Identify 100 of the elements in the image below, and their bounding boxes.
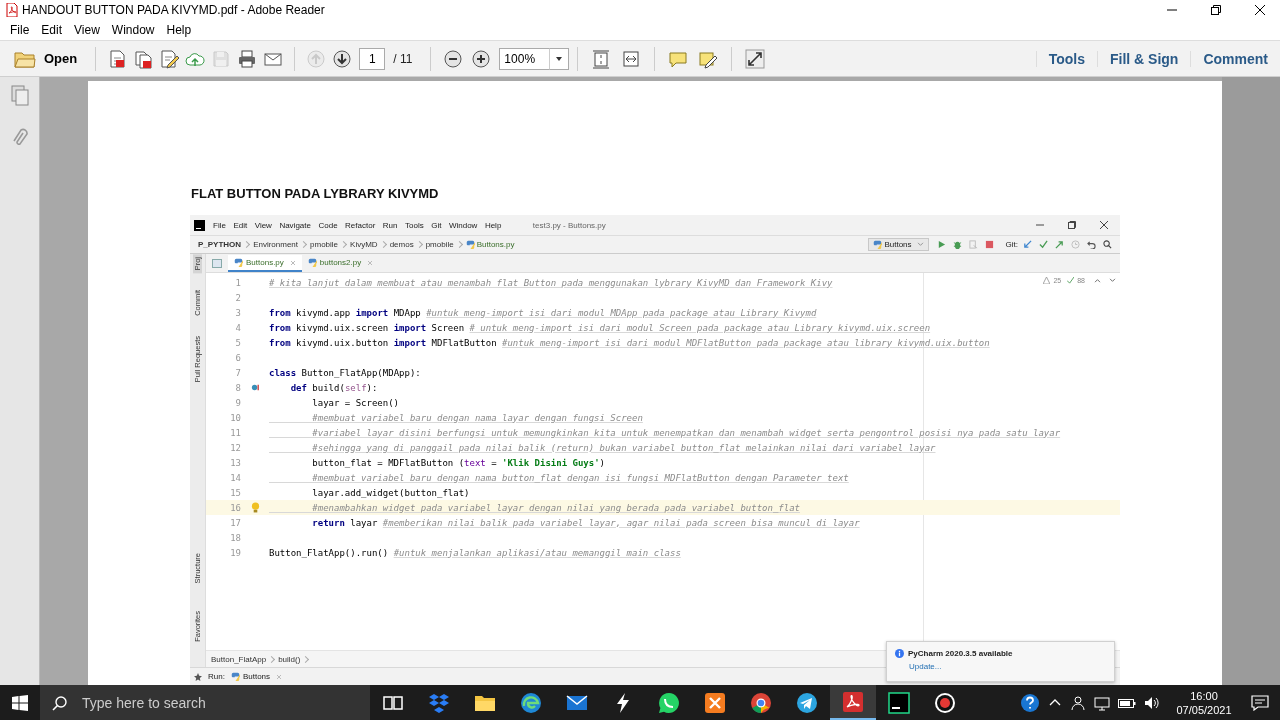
zoom-out-icon[interactable]	[443, 48, 464, 69]
battery-icon[interactable]	[1118, 696, 1136, 709]
chevron-down-icon[interactable]	[1109, 278, 1116, 283]
breadcrumb-item[interactable]: pmobile	[310, 240, 351, 249]
fit-width-icon[interactable]	[621, 48, 642, 69]
line-number: 5	[234, 337, 241, 348]
line-number: 12	[229, 442, 241, 453]
menu-item[interactable]: File	[213, 220, 226, 230]
menu-item[interactable]: Help	[160, 23, 198, 37]
breadcrumb-item[interactable]: demos	[389, 240, 426, 249]
window-title: test3.py - Buttons.py	[532, 220, 606, 230]
menu-item[interactable]: Code	[318, 220, 338, 230]
breadcrumb-item[interactable]: build()	[278, 654, 313, 664]
menu-item[interactable]: Edit	[233, 220, 248, 230]
update-arrow-icon[interactable]	[1023, 240, 1032, 249]
panel-link[interactable]: Tools	[1035, 50, 1097, 67]
menu-item[interactable]: View	[68, 23, 106, 37]
breadcrumb-item[interactable]: KivyMD	[350, 240, 390, 249]
dropdown-caret-icon[interactable]	[549, 47, 570, 70]
line-number: 10	[229, 412, 241, 423]
stop-icon[interactable]	[984, 240, 994, 249]
check-icon	[1067, 277, 1075, 284]
people-icon[interactable]	[1070, 694, 1086, 711]
code-line: # kita lanjut dalam membuat atau menambah flat Button pada menggunakan lybrary KivyMD dan Framework Kivy	[269, 277, 833, 288]
editor-tab[interactable]: buttons2.py	[301, 255, 380, 272]
menu-item[interactable]: File	[4, 23, 36, 37]
windows-icon[interactable]	[12, 694, 28, 711]
run-tab[interactable]: Buttons	[230, 672, 283, 681]
search-icon[interactable]	[1103, 240, 1112, 249]
restore-icon[interactable]	[1068, 221, 1076, 229]
fit-page-icon[interactable]	[591, 48, 612, 69]
git-label: Git:	[1005, 240, 1018, 249]
close-icon[interactable]	[1255, 5, 1265, 15]
breadcrumb-item[interactable]: Environment	[253, 240, 311, 249]
star-icon[interactable]	[194, 672, 202, 681]
pdf-icon[interactable]	[841, 689, 865, 714]
help-icon[interactable]	[1020, 692, 1040, 713]
ide-app-icon[interactable]	[887, 690, 911, 715]
code-line: from kivymd.app import MDApp #untuk meng-import isi dari modul MDApp pada package atau Library Kivymd	[269, 307, 817, 318]
notification-title: PyCharm 2020.3.5 available	[908, 649, 1013, 658]
documents-icon[interactable]	[133, 48, 154, 69]
browser-icon[interactable]	[749, 690, 773, 715]
record-icon[interactable]	[933, 690, 957, 715]
run-label: Run:	[208, 672, 225, 681]
restore-icon[interactable]	[1211, 5, 1221, 15]
zoom-in-icon[interactable]	[471, 48, 492, 69]
notification-icon[interactable]	[1251, 694, 1269, 711]
close-icon[interactable]	[1100, 221, 1108, 229]
menu-item[interactable]: Window	[448, 220, 478, 230]
breadcrumb-item[interactable]: Buttons.py	[465, 240, 527, 249]
lightbulb-icon[interactable]	[250, 502, 260, 513]
open-button[interactable]: Open	[10, 47, 82, 70]
run-config-dropdown[interactable]: Buttons	[868, 238, 929, 251]
breadcrumb-item[interactable]: pmobile	[425, 240, 466, 249]
push-arrow-icon[interactable]	[1055, 240, 1064, 249]
document-icon[interactable]	[107, 48, 128, 69]
run-icon[interactable]	[936, 240, 946, 249]
line-number: 9	[234, 397, 241, 408]
breadcrumb-item[interactable]: Button_FlatApp	[211, 654, 279, 664]
code-line: #menambahkan widget pada variabel layar dengan nilai yang berada pada variabel button_flat	[311, 502, 800, 513]
bug-icon[interactable]	[952, 240, 962, 249]
clock-date[interactable]: 07/05/2021	[1176, 702, 1232, 717]
override-marker-icon[interactable]	[250, 383, 260, 392]
menu-item[interactable]: Window	[105, 23, 161, 37]
menu-item[interactable]: Git	[431, 220, 442, 230]
line-number: 1	[234, 277, 241, 288]
line-number: 18	[229, 532, 241, 543]
document-pen-icon[interactable]	[159, 48, 180, 69]
section-heading: FLAT BUTTON PADA LYBRARY KIVYMD	[191, 186, 440, 201]
page-field[interactable]: 1	[359, 47, 386, 70]
print-icon[interactable]	[237, 48, 258, 69]
search-field[interactable]: Type here to search	[40, 685, 370, 720]
code-line: layar.add_widget(button_flat)	[311, 487, 470, 498]
panel-link[interactable]: Fill & Sign	[1097, 50, 1191, 67]
check-icon[interactable]	[1039, 240, 1048, 249]
expand-icon[interactable]	[745, 48, 766, 69]
menu-item[interactable]: Edit	[35, 23, 69, 37]
arrow-down-icon[interactable]	[332, 48, 353, 69]
editor-tab[interactable]: Buttons.py	[228, 255, 302, 272]
swirl-icon[interactable]	[519, 690, 543, 715]
menu-item[interactable]: Tools	[405, 220, 424, 230]
panel-toggle-icon[interactable]	[212, 259, 222, 268]
menu-item[interactable]: View	[254, 220, 272, 230]
chat-icon[interactable]	[657, 690, 681, 715]
menu-item[interactable]: Help	[484, 220, 502, 230]
network-icon[interactable]	[1094, 694, 1110, 711]
paper-plane-icon[interactable]	[795, 690, 819, 715]
clock-time[interactable]: 16:00	[1190, 688, 1218, 703]
undo-icon[interactable]	[1087, 240, 1096, 249]
menu-item[interactable]: Navigate	[279, 220, 311, 230]
page-count: / 11	[393, 51, 413, 66]
pdf-icon	[6, 3, 18, 17]
menu-item[interactable]: Run	[382, 220, 398, 230]
python-file-icon	[230, 672, 240, 681]
panel-link[interactable]: Comment	[1190, 50, 1280, 67]
zoom-field[interactable]: 100%	[499, 47, 550, 70]
menu-item[interactable]: Refactor	[345, 220, 376, 230]
update-link[interactable]: Update...	[909, 662, 1106, 671]
breadcrumb-item[interactable]: P_PYTHON	[198, 240, 254, 249]
app-icon[interactable]	[703, 690, 727, 715]
